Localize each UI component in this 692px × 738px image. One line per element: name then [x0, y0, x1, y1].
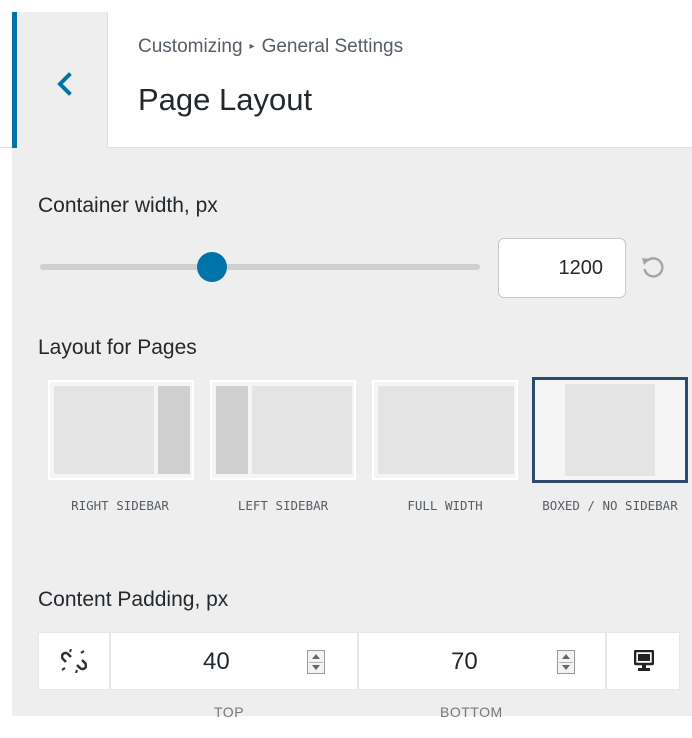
breadcrumb: Customizing ▸ General Settings [138, 36, 403, 58]
back-button[interactable] [12, 12, 108, 148]
chevron-left-icon [57, 72, 72, 96]
layout-option-full-width[interactable] [372, 380, 518, 480]
padding-bottom-value: 70 [451, 648, 478, 675]
panel-header: Customizing ▸ General Settings Page Layout [0, 0, 692, 148]
reset-icon[interactable] [638, 252, 668, 282]
padding-bottom-caption: BOTTOM [440, 704, 503, 720]
sidebar-shape [158, 386, 190, 474]
link-values-button[interactable] [38, 632, 110, 690]
padding-top-stepper[interactable] [307, 650, 325, 674]
desktop-icon [634, 650, 654, 671]
content-area-shape [378, 386, 514, 474]
device-toggle-button[interactable] [606, 632, 680, 690]
container-width-label: Container width, px [38, 194, 218, 217]
layout-option-right-sidebar[interactable] [48, 380, 194, 480]
content-area-shape [252, 386, 352, 474]
padding-top-value: 40 [203, 648, 230, 675]
layout-option-left-sidebar[interactable] [210, 380, 356, 480]
layout-caption-boxed-no-sidebar: BOXED / NO SIDEBAR [542, 498, 678, 513]
slider-fill [40, 264, 212, 270]
content-area-shape [54, 386, 154, 474]
padding-top-caption: TOP [214, 704, 245, 720]
layout-caption-full-width: FULL WIDTH [407, 498, 483, 513]
container-width-slider-thumb[interactable] [196, 252, 227, 282]
unlink-icon [61, 649, 87, 673]
content-area-shape [565, 384, 655, 476]
padding-top-input[interactable]: 40 [110, 632, 358, 690]
layout-caption-left-sidebar: LEFT SIDEBAR [237, 498, 329, 513]
layout-option-boxed-no-sidebar[interactable] [532, 377, 688, 483]
layout-caption-right-sidebar: RIGHT SIDEBAR [71, 498, 169, 513]
sidebar-shape [216, 386, 248, 474]
content-padding-label: Content Padding, px [38, 588, 229, 611]
container-width-input[interactable]: 1200 [498, 238, 626, 298]
padding-bottom-input[interactable]: 70 [358, 632, 606, 690]
layout-for-pages-label: Layout for Pages [38, 336, 197, 359]
container-width-slider-track[interactable] [40, 264, 480, 270]
page-title: Page Layout [138, 82, 313, 117]
breadcrumb-separator: ▸ [249, 41, 255, 52]
padding-bottom-stepper[interactable] [557, 650, 575, 674]
breadcrumb-root: Customizing [138, 36, 243, 57]
breadcrumb-section: General Settings [261, 36, 404, 57]
